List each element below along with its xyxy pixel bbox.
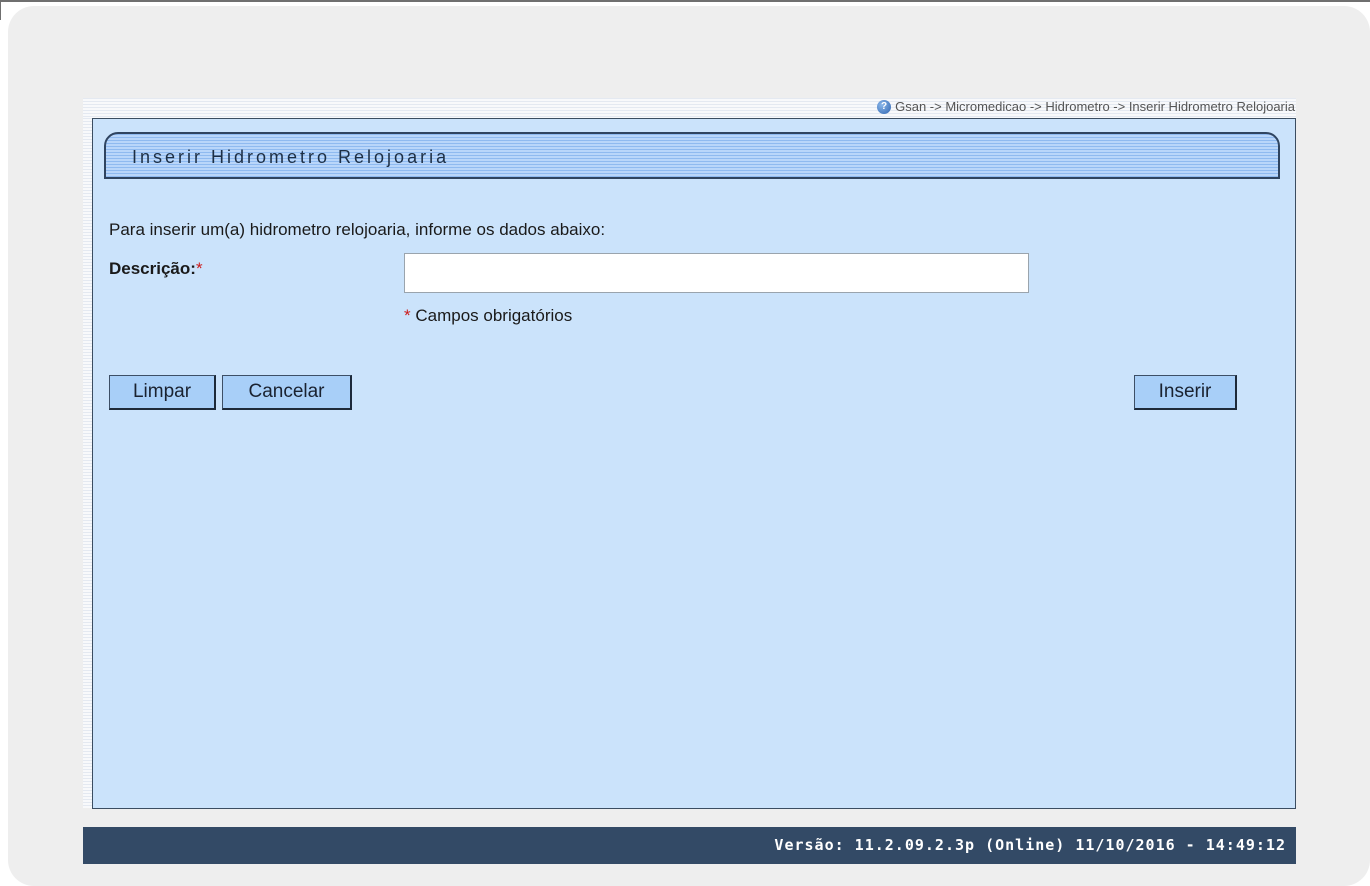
cancelar-button[interactable]: Cancelar bbox=[222, 375, 352, 410]
help-icon[interactable]: ? bbox=[877, 100, 892, 114]
required-fields-note: * Campos obrigatórios bbox=[404, 306, 572, 326]
top-border bbox=[0, 0, 1370, 2]
left-border bbox=[0, 0, 1, 20]
inserir-button[interactable]: Inserir bbox=[1134, 375, 1237, 410]
sidebar-stripes bbox=[83, 118, 92, 808]
breadcrumb-text: Gsan -> Micromedicao -> Hidrometro -> In… bbox=[895, 99, 1295, 114]
limpar-button[interactable]: Limpar bbox=[109, 375, 216, 410]
required-note-text: Campos obrigatórios bbox=[415, 306, 573, 325]
required-note-asterisk: * bbox=[404, 306, 411, 325]
main-panel: Inserir Hidrometro Relojoaria Para inser… bbox=[92, 118, 1296, 809]
descricao-label-text: Descrição: bbox=[109, 259, 196, 278]
title-bar: Inserir Hidrometro Relojoaria bbox=[104, 132, 1280, 179]
required-asterisk: * bbox=[195, 259, 203, 278]
intro-text: Para inserir um(a) hidrometro relojoaria… bbox=[109, 220, 606, 239]
version-footer: Versão: 11.2.09.2.3p (Online) 11/10/2016… bbox=[83, 827, 1296, 864]
breadcrumb: ? Gsan -> Micromedicao -> Hidrometro -> … bbox=[877, 98, 1295, 116]
descricao-input[interactable] bbox=[404, 253, 1029, 293]
descricao-label: Descrição:* bbox=[109, 259, 203, 279]
page-title: Inserir Hidrometro Relojoaria bbox=[132, 147, 450, 167]
